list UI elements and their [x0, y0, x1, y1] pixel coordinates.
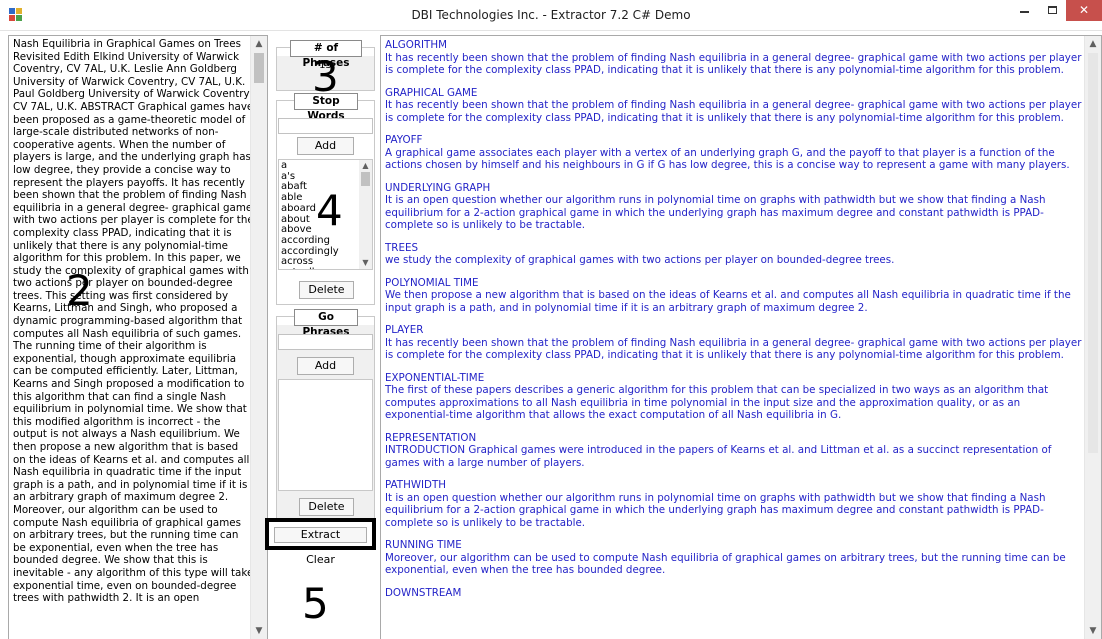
close-icon: ✕: [1078, 3, 1090, 17]
result-phrase: UNDERLYING GRAPH: [385, 181, 491, 194]
result-entry: PAYOFF A graphical game associates each p…: [385, 134, 1085, 172]
result-phrase: DOWNSTREAM: [385, 586, 462, 599]
stop-word-delete-button[interactable]: Delete: [299, 281, 354, 299]
results-scroll-up-icon[interactable]: ▲: [1085, 36, 1101, 52]
result-phrase: GRAPHICAL GAME: [385, 86, 478, 99]
result-entry: DOWNSTREAM: [385, 587, 1085, 600]
window-title: DBI Technologies Inc. - Extractor 7.2 C#…: [411, 8, 691, 22]
stop-word-add-button[interactable]: Add: [297, 137, 354, 155]
result-sentence: It has recently been shown that the prob…: [385, 99, 1082, 124]
result-phrase: EXPONENTIAL-TIME: [385, 371, 485, 384]
go-phrase-delete-button[interactable]: Delete: [299, 498, 354, 516]
result-phrase: REPRESENTATION: [385, 431, 477, 444]
result-sentence: We then propose a new algorithm that is …: [385, 289, 1071, 314]
minimize-button[interactable]: [1010, 0, 1038, 21]
document-text[interactable]: Nash Equilibria in Graphical Games on Tr…: [13, 38, 254, 639]
result-entry: GRAPHICAL GAME It has recently been shown…: [385, 87, 1085, 125]
result-entry: UNDERLYING GRAPH It is an open question w…: [385, 182, 1085, 232]
result-phrase: RUNNING TIME: [385, 539, 462, 551]
result-sentence: It is an open question whether our algor…: [385, 491, 1046, 529]
stop-word-item[interactable]: actually: [279, 267, 359, 269]
result-sentence: It has recently been shown that the prob…: [385, 51, 1082, 77]
result-sentence: It has recently been shown that the prob…: [385, 336, 1082, 362]
stop-word-input[interactable]: [278, 118, 373, 134]
go-phrases-label: Go Phrases: [294, 309, 358, 338]
result-entry: REPRESENTATION INTRODUCTION Graphical gam…: [385, 432, 1085, 470]
minimize-icon: [1019, 10, 1029, 13]
maximize-button[interactable]: [1038, 0, 1066, 21]
result-sentence: we study the complexity of graphical gam…: [385, 254, 895, 266]
result-entry: POLYNOMIAL TIME We then propose a new alg…: [385, 277, 1085, 315]
result-phrase: PATHWIDTH: [385, 479, 447, 491]
result-entry: PLAYER It has recently been shown that th…: [385, 324, 1085, 362]
scroll-down-icon[interactable]: ▼: [251, 623, 267, 639]
result-phrase: POLYNOMIAL TIME: [385, 276, 479, 289]
go-phrase-add-button[interactable]: Add: [297, 357, 354, 375]
stop-words-scrollbar[interactable]: ▲ ▼: [359, 160, 372, 269]
result-entry: EXPONENTIAL-TIME The first of these paper…: [385, 372, 1085, 422]
scroll-up-icon[interactable]: ▲: [251, 36, 267, 52]
results-scrollbar-thumb[interactable]: [1088, 53, 1098, 453]
extract-button[interactable]: Extract: [274, 527, 367, 543]
result-entry: PATHWIDTH It is an open question whether …: [385, 479, 1085, 529]
annotation-2: 2: [66, 266, 93, 315]
result-phrase: PAYOFF: [385, 134, 423, 146]
result-entry: TREES we study the complexity of graphica…: [385, 242, 1085, 267]
list-scroll-up-icon[interactable]: ▲: [359, 160, 372, 172]
list-scrollbar-thumb[interactable]: [361, 172, 370, 186]
scrollbar-thumb[interactable]: [254, 53, 264, 83]
list-scroll-down-icon[interactable]: ▼: [359, 257, 372, 269]
go-phrases-group: Go Phrases Add Delete: [276, 309, 375, 519]
results-list[interactable]: ALGORITHM It has recently been shown that…: [385, 39, 1085, 639]
result-sentence: It is an open question whether our algor…: [385, 194, 1046, 231]
annotation-4: 4: [316, 186, 343, 235]
clear-button[interactable]: Clear: [274, 553, 367, 566]
result-entry: RUNNING TIME Moreover, our algorithm can …: [385, 539, 1085, 577]
results-scrollbar[interactable]: ▲ ▼: [1084, 36, 1101, 639]
go-phrase-input[interactable]: [278, 334, 373, 350]
result-entry: ALGORITHM It has recently been shown that…: [385, 39, 1085, 77]
title-bar: DBI Technologies Inc. - Extractor 7.2 C#…: [0, 0, 1102, 31]
result-sentence: A graphical game associates each player …: [385, 146, 1070, 172]
result-sentence: INTRODUCTION Graphical games were introd…: [385, 444, 1052, 469]
results-panel[interactable]: ALGORITHM It has recently been shown that…: [380, 35, 1102, 639]
result-phrase: PLAYER: [385, 324, 424, 336]
result-sentence: Moreover, our algorithm can be used to c…: [385, 551, 1066, 577]
close-button[interactable]: ✕: [1066, 0, 1102, 21]
go-phrases-list[interactable]: [278, 379, 373, 491]
annotation-3: 3: [312, 52, 339, 101]
result-phrase: TREES: [385, 241, 418, 254]
annotation-5: 5: [302, 579, 329, 628]
result-sentence: The first of these papers describes a ge…: [385, 384, 1049, 421]
results-scroll-down-icon[interactable]: ▼: [1085, 623, 1101, 639]
document-text-panel[interactable]: Nash Equilibria in Graphical Games on Tr…: [8, 35, 268, 639]
maximize-icon: [1047, 5, 1057, 14]
result-phrase: ALGORITHM: [385, 39, 447, 51]
